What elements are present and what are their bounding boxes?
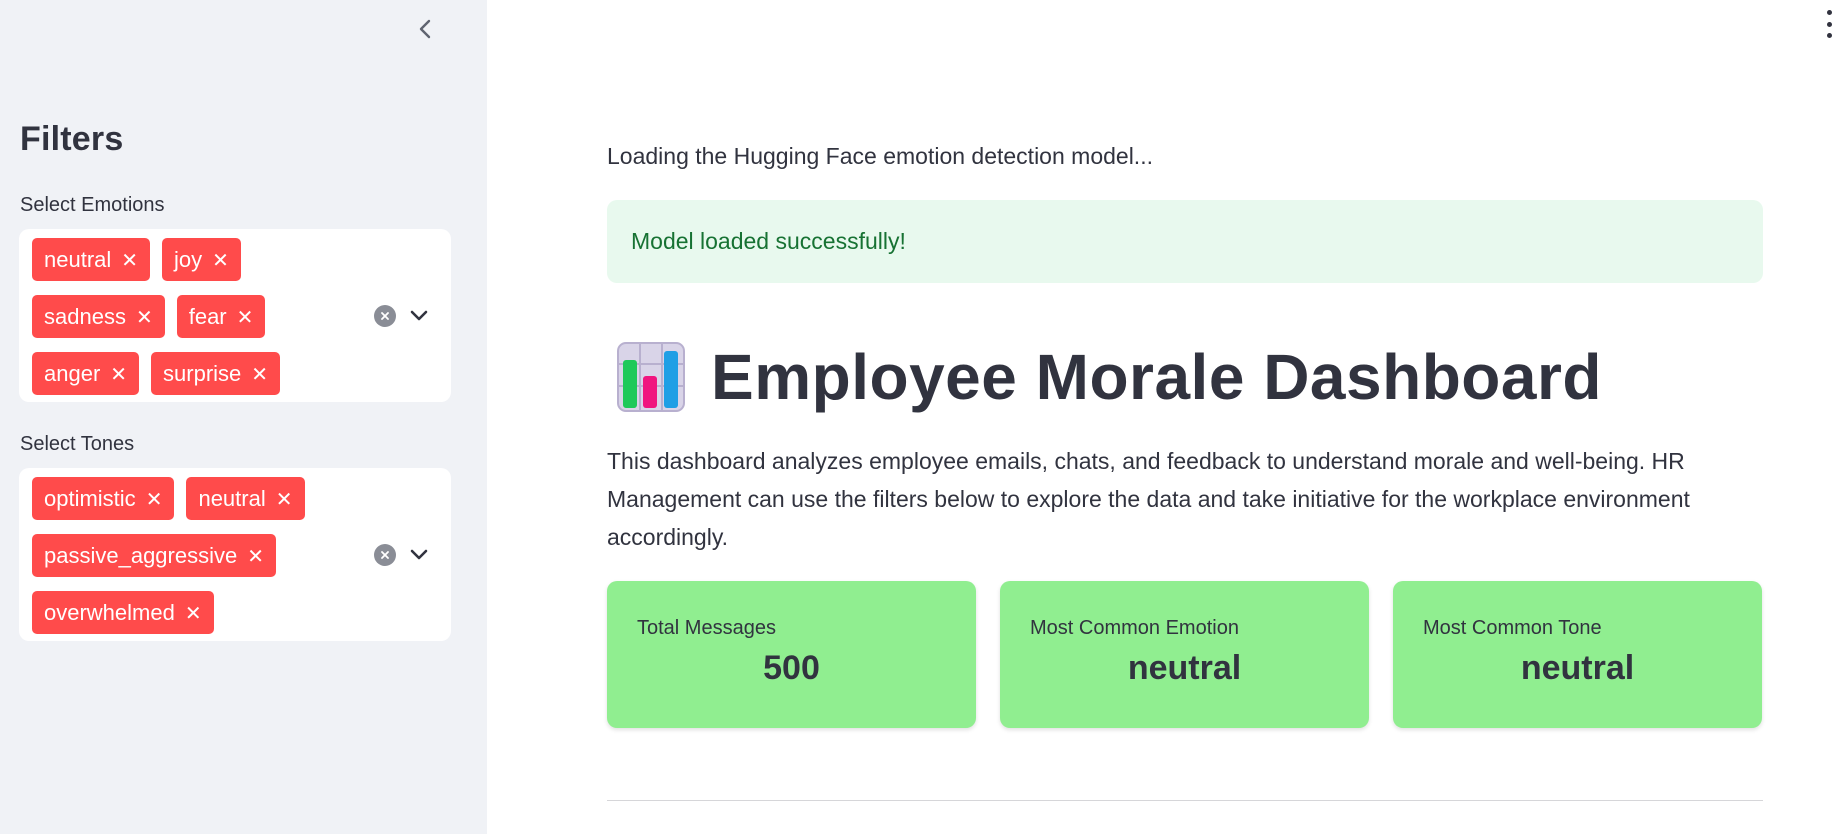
remove-chip-icon[interactable]: ✕ xyxy=(276,489,293,509)
tones-dropdown-button[interactable] xyxy=(407,543,431,567)
menu-dot xyxy=(1826,21,1832,27)
chip-label: optimistic xyxy=(44,485,136,511)
metric-label: Most Common Emotion xyxy=(1030,617,1239,639)
metric-label: Total Messages xyxy=(637,617,776,639)
metric-value: 500 xyxy=(763,649,820,687)
menu-dot xyxy=(1826,33,1832,38)
remove-chip-icon[interactable]: ✕ xyxy=(251,364,268,384)
remove-chip-icon[interactable]: ✕ xyxy=(247,546,264,566)
metric-card-common-tone: Most Common Tone neutral xyxy=(1393,581,1762,728)
tones-label: Select Tones xyxy=(20,433,135,455)
section-divider xyxy=(607,800,1763,801)
chip-label: neutral xyxy=(44,246,112,272)
remove-chip-icon[interactable]: ✕ xyxy=(212,250,229,270)
app: Filters Select Emotions neutral ✕ joy ✕ sadn… xyxy=(0,0,1840,834)
metric-card-common-emotion: Most Common Emotion neutral xyxy=(1000,581,1369,728)
sidebar: Filters Select Emotions neutral ✕ joy ✕ sadn… xyxy=(0,0,487,834)
page-title: Employee Morale Dashboard xyxy=(617,340,1602,414)
remove-chip-icon[interactable]: ✕ xyxy=(110,364,127,384)
emotion-chip[interactable]: joy ✕ xyxy=(162,238,241,281)
chip-label: sadness xyxy=(44,303,126,329)
chip-label: joy xyxy=(174,246,203,272)
success-alert: Model loaded successfully! xyxy=(607,200,1763,283)
tones-multiselect[interactable]: optimistic ✕ neutral ✕ passive_aggressive ✕ ov… xyxy=(19,468,451,641)
metric-value: neutral xyxy=(1520,649,1635,687)
clear-icon xyxy=(381,551,389,559)
emotions-chip-list: neutral ✕ joy ✕ sadness ✕ fear ✕ anger ✕ surprise ✕ xyxy=(32,238,382,395)
emotions-dropdown-button[interactable] xyxy=(407,304,431,328)
remove-chip-icon[interactable]: ✕ xyxy=(146,489,163,509)
emotions-multiselect[interactable]: neutral ✕ joy ✕ sadness ✕ fear ✕ anger ✕ surprise ✕ xyxy=(19,229,451,402)
tone-chip[interactable]: overwhelmed ✕ xyxy=(32,591,214,634)
emotion-chip[interactable]: sadness ✕ xyxy=(32,295,165,338)
chip-label: neutral xyxy=(198,485,266,511)
tone-chip[interactable]: passive_aggressive ✕ xyxy=(32,534,276,577)
emotion-chip[interactable]: neutral ✕ xyxy=(32,238,151,281)
remove-chip-icon[interactable]: ✕ xyxy=(136,307,153,327)
bar-chart-icon xyxy=(617,342,685,412)
menu-dot xyxy=(1826,10,1832,15)
page-title-text: Employee Morale Dashboard xyxy=(711,341,1602,413)
dashboard-description: This dashboard analyzes employee emails,… xyxy=(607,448,1690,550)
metric-label: Most Common Tone xyxy=(1423,617,1602,639)
emotion-chip[interactable]: fear ✕ xyxy=(176,295,266,338)
clear-icon xyxy=(381,312,389,320)
chevron-left-icon xyxy=(419,19,431,39)
chip-label: surprise xyxy=(163,360,242,386)
emotions-label: Select Emotions xyxy=(20,194,165,216)
success-alert-text: Model loaded successfully! xyxy=(631,228,906,254)
main-menu-button[interactable] xyxy=(1823,10,1835,38)
clear-emotions-button[interactable] xyxy=(374,305,396,327)
chip-label: fear xyxy=(188,303,227,329)
remove-chip-icon[interactable]: ✕ xyxy=(237,307,254,327)
remove-chip-icon[interactable]: ✕ xyxy=(185,603,202,623)
remove-chip-icon[interactable]: ✕ xyxy=(121,250,138,270)
chip-label: anger xyxy=(44,360,101,386)
chip-label: passive_aggressive xyxy=(44,542,238,568)
emotion-chip[interactable]: anger ✕ xyxy=(32,352,140,395)
metric-value: neutral xyxy=(1127,649,1242,687)
clear-tones-button[interactable] xyxy=(374,544,396,566)
chip-label: overwhelmed xyxy=(44,599,175,625)
chevron-down-icon xyxy=(410,549,428,560)
tone-chip[interactable]: optimistic ✕ xyxy=(32,477,175,520)
sidebar-title: Filters xyxy=(20,120,124,158)
emotion-chip[interactable]: surprise ✕ xyxy=(151,352,281,395)
metric-card-total-messages: Total Messages 500 xyxy=(607,581,976,728)
tones-chip-list: optimistic ✕ neutral ✕ passive_aggressive ✕ ov… xyxy=(32,477,382,634)
chevron-down-icon xyxy=(410,310,428,321)
tone-chip[interactable]: neutral ✕ xyxy=(186,477,305,520)
collapse-sidebar-button[interactable] xyxy=(410,14,440,44)
loading-status-text: Loading the Hugging Face emotion detecti… xyxy=(607,143,1153,169)
